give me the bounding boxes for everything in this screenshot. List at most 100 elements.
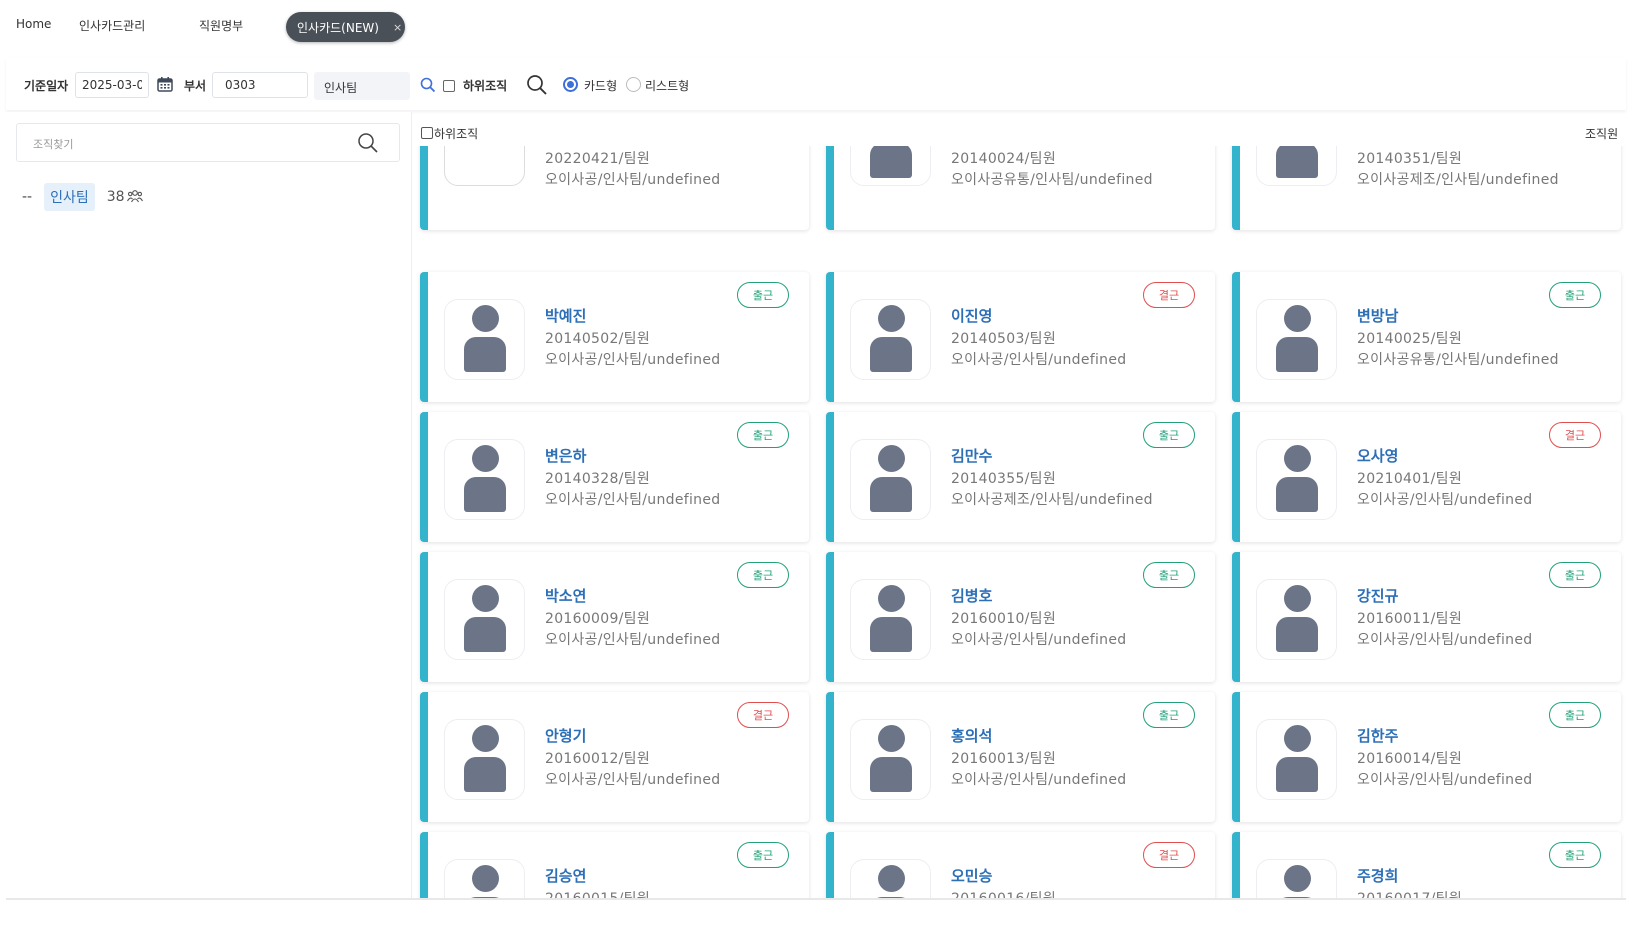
org-search-placeholder: 조직찾기: [33, 138, 74, 151]
employee-id-position: 20140024/팀원: [951, 151, 1057, 167]
employee-name[interactable]: 김승연: [545, 865, 586, 886]
person-avatar-icon: [444, 439, 525, 520]
sub-org-checkbox[interactable]: [443, 80, 455, 92]
tab-employee-list[interactable]: 직원명부: [199, 17, 243, 34]
avatar-body: [464, 757, 506, 792]
employee-org-path: 오이사공/인사팀/undefined: [545, 172, 721, 188]
close-icon[interactable]: ×: [393, 21, 402, 34]
attendance-status-badge: 결근: [1549, 422, 1601, 448]
employee-name[interactable]: 변은하: [545, 445, 586, 466]
employee-card[interactable]: 김만수 20140355/팀원 오이사공제조/인사팀/undefined 출근: [826, 412, 1215, 542]
broken-photo: [444, 146, 525, 186]
employee-card[interactable]: 오사영 20210401/팀원 오이사공/인사팀/undefined 결근: [1232, 412, 1621, 542]
employee-org-path: 오이사공제조/인사팀/undefined: [1357, 172, 1559, 188]
employee-card[interactable]: 변은하 20140328/팀원 오이사공/인사팀/undefined 출근: [420, 412, 809, 542]
employee-name[interactable]: 박예진: [545, 305, 586, 326]
person-avatar-icon: [1256, 299, 1337, 380]
org-search-input[interactable]: 조직찾기: [16, 123, 400, 162]
employee-card[interactable]: 김승연20160015/팀원오이사공/인사팀/undefined출근: [420, 832, 809, 898]
avatar-head: [472, 445, 499, 472]
employee-name[interactable]: 오사영: [1357, 445, 1398, 466]
employee-name[interactable]: 이진영: [951, 305, 992, 326]
avatar-body: [870, 477, 912, 512]
avatar-head: [472, 585, 499, 612]
avatar-head: [878, 445, 905, 472]
search-icon[interactable]: [526, 74, 548, 100]
employee-name[interactable]: 주경희: [1357, 865, 1398, 886]
attendance-status-badge: 출근: [1143, 562, 1195, 588]
employee-card[interactable]: 안형기 20160012/팀원 오이사공/인사팀/undefined 결근: [420, 692, 809, 822]
attendance-status-badge: 출근: [1549, 282, 1601, 308]
employee-name[interactable]: 김한주: [1357, 725, 1398, 746]
person-avatar-icon: [444, 579, 525, 660]
employee-card[interactable]: 이진영 20140503/팀원 오이사공/인사팀/undefined 결근: [826, 272, 1215, 402]
view-list-radio[interactable]: [626, 77, 641, 92]
member-header-label: 조직원: [1585, 127, 1619, 141]
employee-name[interactable]: 홍의석: [951, 725, 992, 746]
attendance-status-badge: 출근: [1549, 562, 1601, 588]
employee-card[interactable]: 오민승20160016/팀원오이사공/인사팀/undefined결근: [826, 832, 1215, 898]
attendance-status-badge: 출근: [1143, 702, 1195, 728]
employee-name[interactable]: 김병호: [951, 585, 992, 606]
attendance-status-badge: 출근: [737, 282, 789, 308]
employee-org-path: 오이사공/인사팀/undefined: [545, 492, 721, 508]
employee-org-path: 오이사공제조/인사팀/undefined: [951, 492, 1153, 508]
attendance-status-badge: 출근: [1549, 842, 1601, 868]
avatar-body: [464, 477, 506, 512]
employee-name[interactable]: 박소연: [545, 585, 586, 606]
person-avatar-icon: [1256, 439, 1337, 520]
employee-name[interactable]: 변방남: [1357, 305, 1398, 326]
person-avatar-icon: [444, 299, 525, 380]
person-avatar-icon: [1256, 579, 1337, 660]
employee-card[interactable]: 김병호 20160010/팀원 오이사공/인사팀/undefined 출근: [826, 552, 1215, 682]
employee-org-path: 오이사공유통/인사팀/undefined: [951, 172, 1153, 188]
employee-card[interactable]: 강진규 20160011/팀원 오이사공/인사팀/undefined 출근: [1232, 552, 1621, 682]
tab-hr-card-admin[interactable]: 인사카드관리: [79, 17, 145, 34]
date-input[interactable]: [75, 72, 149, 98]
right-sub-org-checkbox[interactable]: [421, 127, 433, 139]
employee-card[interactable]: 주경희20160017/팀원오이사공/인사팀/undefined출근: [1232, 832, 1621, 898]
attendance-status-badge: 출근: [737, 422, 789, 448]
employee-id-position: 20160017/팀원: [1357, 888, 1462, 898]
employee-id-position: 20160011/팀원: [1357, 611, 1463, 627]
employee-card[interactable]: 박설제20140351/팀원오이사공제조/인사팀/undefined: [1232, 146, 1621, 230]
avatar-head: [878, 305, 905, 332]
employee-card[interactable]: 변방남 20140025/팀원 오이사공유통/인사팀/undefined 출근: [1232, 272, 1621, 402]
sub-org-label: 하위조직: [463, 79, 508, 93]
view-card-radio[interactable]: [563, 77, 578, 92]
employee-name[interactable]: 김만수: [951, 445, 992, 466]
bottom-divider: [6, 898, 1626, 900]
person-avatar-icon: [850, 299, 931, 380]
employee-card[interactable]: 박소연 20160009/팀원 오이사공/인사팀/undefined 출근: [420, 552, 809, 682]
employee-id-position: 20160016/팀원: [951, 888, 1056, 898]
org-tree-item[interactable]: -- 인사팀 38: [22, 183, 143, 211]
avatar-body: [464, 617, 506, 652]
employee-card[interactable]: 이서진20140024/팀원오이사공유통/인사팀/undefined: [826, 146, 1215, 230]
dept-search-icon[interactable]: [420, 77, 436, 97]
employee-id-position: 20160012/팀원: [545, 751, 651, 767]
employee-card[interactable]: 박예진 20140502/팀원 오이사공/인사팀/undefined 출근: [420, 272, 809, 402]
employee-name[interactable]: 안형기: [545, 725, 586, 746]
employee-id-position: 20220421/팀원: [545, 151, 651, 167]
employee-org-path: 오이사공유통/인사팀/undefined: [1357, 352, 1559, 368]
tab-home[interactable]: Home: [16, 17, 51, 31]
org-search-icon[interactable]: [357, 132, 379, 158]
person-avatar-icon: [850, 146, 931, 186]
tree-item-label[interactable]: 인사팀: [44, 183, 95, 211]
tab-bar: Home 인사카드관리 직원명부 인사카드(NEW) ×: [0, 0, 1632, 52]
employee-card[interactable]: 김한주 20160014/팀원 오이사공/인사팀/undefined 출근: [1232, 692, 1621, 822]
employee-card[interactable]: 홍의석 20160013/팀원 오이사공/인사팀/undefined 출근: [826, 692, 1215, 822]
tab-hr-card-new[interactable]: 인사카드(NEW) ×: [286, 12, 405, 42]
avatar-body: [464, 337, 506, 372]
avatar-head: [472, 865, 499, 892]
view-card-label: 카드형: [584, 79, 618, 93]
calendar-icon[interactable]: [157, 76, 173, 96]
employee-name[interactable]: 강진규: [1357, 585, 1398, 606]
employee-name[interactable]: 오민승: [951, 865, 992, 886]
avatar-body: [1276, 757, 1318, 792]
avatar-head: [1284, 305, 1311, 332]
employee-card[interactable]: 권혜정20220421/팀원오이사공/인사팀/undefined: [420, 146, 809, 230]
avatar-head: [1284, 865, 1311, 892]
dept-code-input[interactable]: [212, 72, 308, 98]
person-avatar-icon: [850, 579, 931, 660]
